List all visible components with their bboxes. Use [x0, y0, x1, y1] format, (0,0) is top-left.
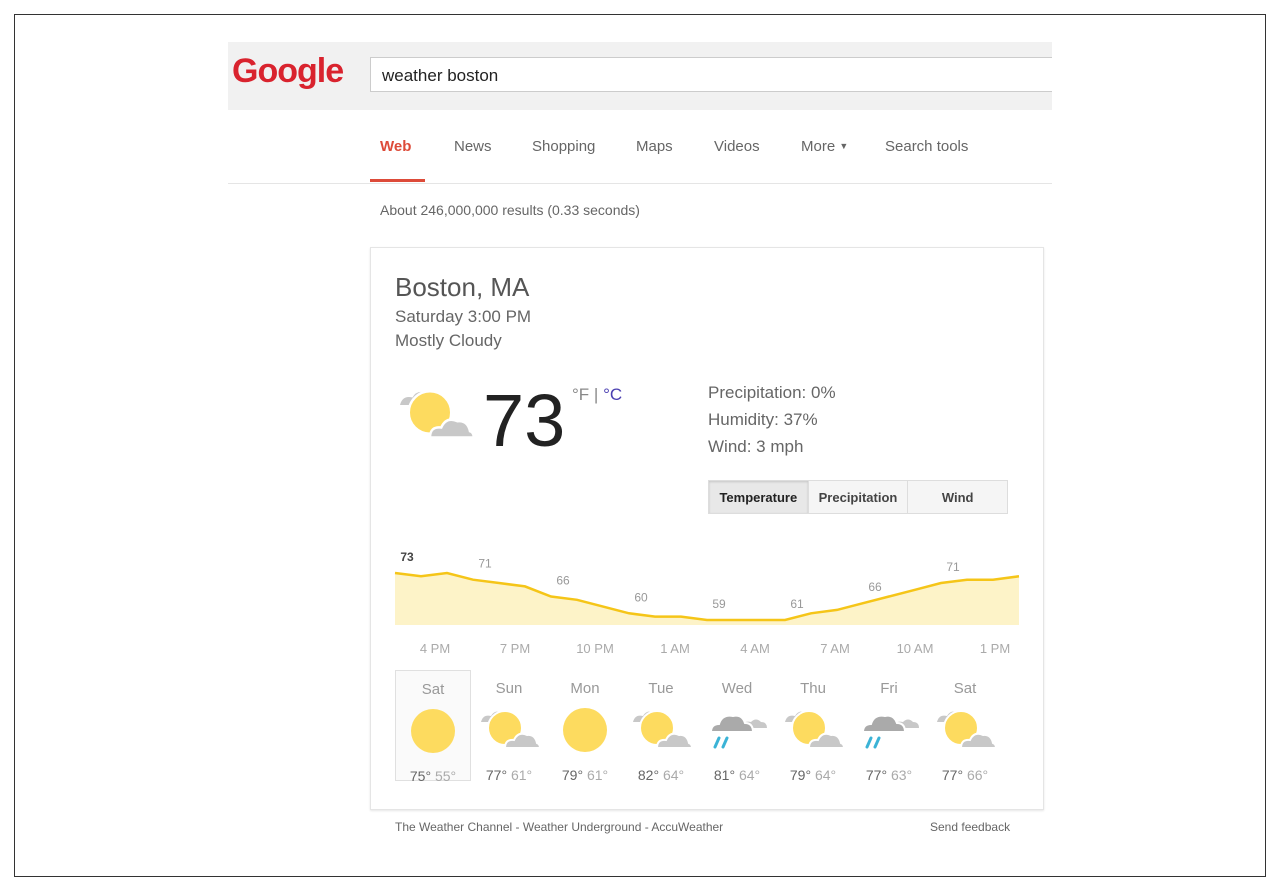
low-temp: 55°	[434, 768, 457, 784]
current-temperature: 73	[483, 379, 566, 462]
search-tools-button[interactable]: Search tools	[885, 138, 968, 155]
day-name: Sat	[421, 681, 445, 698]
rain-icon	[705, 706, 769, 754]
low-temp: 61°	[510, 767, 533, 783]
result-stats: About 246,000,000 results (0.33 seconds)	[380, 202, 640, 218]
high-temp: 77°	[941, 767, 964, 783]
high-temp: 81°	[713, 767, 736, 783]
low-temp: 66°	[966, 767, 989, 783]
unit-separator: |	[593, 385, 599, 404]
tab-more[interactable]: More ▼	[801, 138, 848, 155]
tab-web[interactable]: Web	[380, 138, 411, 155]
high-temp: 79°	[789, 767, 812, 783]
unit-toggle: °F | °C	[572, 385, 622, 405]
high-temp: 77°	[865, 767, 888, 783]
day-name: Mon	[570, 680, 600, 697]
low-temp: 64°	[662, 767, 685, 783]
high-temp: 79°	[561, 767, 584, 783]
high-temp: 77°	[485, 767, 508, 783]
day-name: Wed	[721, 680, 753, 697]
low-temp: 64°	[814, 767, 837, 783]
weather-datetime: Saturday 3:00 PM	[395, 307, 532, 326]
tab-videos[interactable]: Videos	[714, 138, 760, 155]
forecast-day[interactable]: Thu 79° 64°	[775, 670, 851, 783]
partly-cloudy-icon	[629, 706, 693, 754]
day-name: Tue	[648, 680, 674, 697]
wind-detail: Wind: 3 mph	[708, 437, 804, 456]
high-temp: 82°	[637, 767, 660, 783]
tab-precipitation[interactable]: Precipitation	[808, 481, 909, 513]
send-feedback-link[interactable]: Send feedback	[930, 820, 1010, 834]
humidity-detail: Humidity: 37%	[708, 410, 818, 429]
tab-shopping[interactable]: Shopping	[532, 138, 595, 155]
partly-cloudy-icon	[781, 706, 845, 754]
weather-location: Boston, MA	[395, 272, 530, 302]
partly-cloudy-icon	[395, 385, 475, 445]
tab-wind[interactable]: Wind	[908, 481, 1008, 513]
forecast-day[interactable]: Sat 77° 66°	[927, 670, 1003, 783]
low-temp: 63°	[890, 767, 913, 783]
weather-condition: Mostly Cloudy	[395, 331, 502, 350]
tab-maps[interactable]: Maps	[636, 138, 673, 155]
forecast-day[interactable]: Fri 77° 63°	[851, 670, 927, 783]
day-name: Fri	[880, 680, 898, 697]
unit-celsius[interactable]: °C	[603, 385, 622, 404]
forecast-day[interactable]: Sat 75° 55°	[395, 670, 471, 784]
tab-temperature[interactable]: Temperature	[709, 481, 809, 513]
precipitation-detail: Precipitation: 0%	[708, 383, 836, 402]
forecast-day[interactable]: Tue 82° 64°	[623, 670, 699, 783]
unit-fahrenheit[interactable]: °F	[572, 385, 589, 404]
low-temp: 64°	[738, 767, 761, 783]
day-name: Sun	[495, 680, 523, 697]
forecast-day[interactable]: Wed 81° 64°	[699, 670, 775, 783]
forecast-day[interactable]: Mon 79° 61°	[547, 670, 623, 783]
partly-cloudy-icon	[477, 706, 541, 754]
weather-sources[interactable]: The Weather Channel - Weather Undergroun…	[395, 820, 723, 834]
google-logo[interactable]: Google	[232, 52, 344, 91]
active-tab-indicator	[370, 179, 425, 182]
chart-tabs: Temperature Precipitation Wind	[708, 480, 1008, 514]
tab-news[interactable]: News	[454, 138, 492, 155]
sunny-icon	[401, 707, 465, 755]
day-name: Sat	[953, 680, 977, 697]
high-temp: 75°	[409, 768, 432, 784]
partly-cloudy-icon	[933, 706, 997, 754]
day-name: Thu	[800, 680, 826, 697]
low-temp: 61°	[586, 767, 609, 783]
sunny-icon	[553, 706, 617, 754]
forecast-day[interactable]: Sun 77° 61°	[471, 670, 547, 783]
nav-divider	[228, 183, 1052, 184]
search-input[interactable]: weather boston	[370, 57, 1052, 92]
caret-down-icon: ▼	[839, 141, 849, 151]
rain-icon	[857, 706, 921, 754]
more-label: More	[801, 138, 836, 155]
